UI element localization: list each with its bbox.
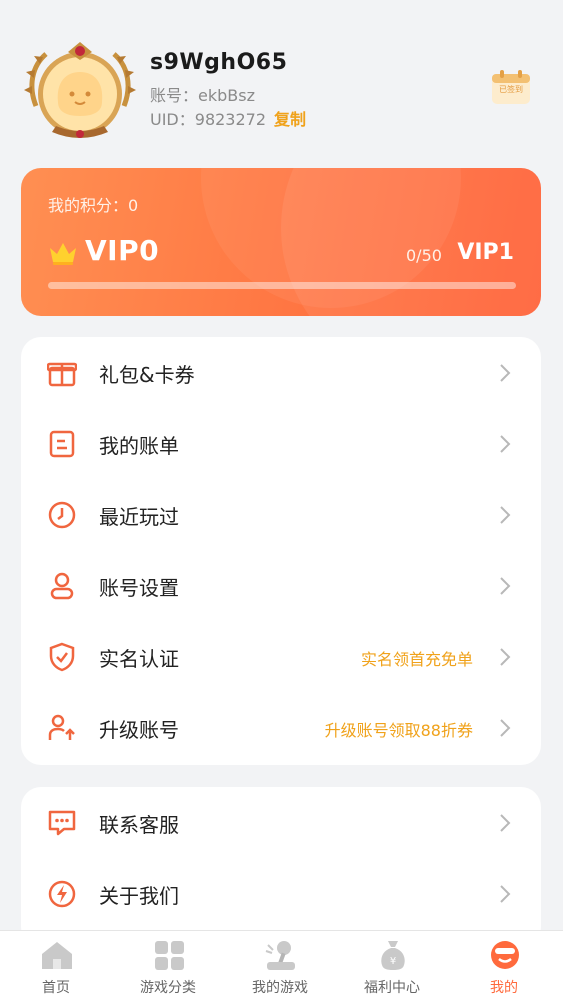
nav-item-my-games[interactable]: 我的游戏 bbox=[224, 931, 336, 1002]
checkin-label: 已签到 bbox=[499, 85, 523, 94]
chevron-right-icon bbox=[500, 648, 511, 666]
menu-item-customer-service[interactable]: 联系客服 bbox=[21, 787, 541, 858]
menu-label: 关于我们 bbox=[99, 884, 179, 908]
uid-line: UID：9823272 复制 bbox=[150, 106, 306, 130]
nav-item-home[interactable]: 首页 bbox=[0, 931, 112, 1002]
menu-label: 联系客服 bbox=[99, 813, 179, 837]
nav-label: 游戏分类 bbox=[140, 980, 196, 996]
bill-icon bbox=[49, 430, 75, 458]
chevron-right-icon bbox=[500, 506, 511, 524]
menu-card-main: 礼包&卡券 我的账单 最近玩过 账号设置 实名认证 实名领首充免单 升级账号 升… bbox=[21, 337, 541, 765]
money-bag-icon: ¥ bbox=[381, 941, 405, 970]
menu-item-real-name[interactable]: 实名认证 实名领首充免单 bbox=[21, 621, 541, 692]
avatar-frame-icon bbox=[24, 42, 136, 138]
clock-icon bbox=[48, 501, 76, 529]
vip-progress-bar bbox=[48, 282, 516, 289]
vip-progress-text: 0/50 bbox=[406, 246, 442, 265]
chevron-right-icon bbox=[500, 364, 511, 382]
grid-icon bbox=[155, 941, 184, 970]
nav-label: 首页 bbox=[42, 980, 70, 996]
menu-label: 账号设置 bbox=[99, 576, 179, 600]
menu-label: 我的账单 bbox=[99, 434, 179, 458]
avatar[interactable] bbox=[22, 36, 138, 146]
nav-item-welfare[interactable]: ¥ 福利中心 bbox=[336, 931, 448, 1002]
chevron-right-icon bbox=[500, 885, 511, 903]
nav-label: 我的游戏 bbox=[252, 980, 308, 996]
chevron-right-icon bbox=[500, 577, 511, 595]
menu-item-about-us[interactable]: 关于我们 bbox=[21, 858, 541, 929]
username: s9WghO65 bbox=[150, 50, 288, 75]
menu-card-secondary: 联系客服 关于我们 bbox=[21, 787, 541, 947]
account-line: 账号：ekbBsz bbox=[150, 82, 255, 106]
menu-label: 礼包&卡券 bbox=[99, 363, 195, 387]
lightning-icon bbox=[48, 880, 76, 908]
profile-header: s9WghO65 账号：ekbBsz UID：9823272 复制 已签到 bbox=[0, 0, 563, 160]
menu-label: 最近玩过 bbox=[99, 505, 179, 529]
menu-label: 实名认证 bbox=[99, 647, 179, 671]
vip-card[interactable]: 我的积分：0 VIP0 0/50 VIP1 bbox=[21, 168, 541, 316]
uid-value: 9823272 bbox=[194, 110, 267, 129]
uid-label: UID： bbox=[150, 110, 195, 129]
shield-check-icon bbox=[49, 642, 75, 672]
nav-item-categories[interactable]: 游戏分类 bbox=[112, 931, 224, 1002]
menu-hint: 实名领首充免单 bbox=[360, 650, 473, 669]
chevron-right-icon bbox=[500, 719, 511, 737]
vip-next-level: VIP1 bbox=[457, 240, 514, 265]
home-icon bbox=[42, 942, 72, 969]
nav-item-me[interactable]: 我的 bbox=[448, 931, 560, 1002]
checkin-button[interactable]: 已签到 bbox=[490, 68, 532, 106]
copy-button[interactable]: 复制 bbox=[274, 110, 306, 129]
nav-label: 福利中心 bbox=[364, 980, 420, 996]
joystick-icon bbox=[265, 941, 295, 970]
crown-icon bbox=[50, 243, 76, 265]
user-upgrade-icon bbox=[48, 714, 75, 740]
svg-text:¥: ¥ bbox=[390, 956, 396, 967]
menu-item-account-settings[interactable]: 账号设置 bbox=[21, 550, 541, 621]
menu-item-bills[interactable]: 我的账单 bbox=[21, 408, 541, 479]
profile-face-icon bbox=[491, 941, 519, 969]
vip-level: VIP0 bbox=[85, 234, 160, 267]
account-value: ekbBsz bbox=[198, 86, 255, 105]
menu-item-gifts[interactable]: 礼包&卡券 bbox=[21, 337, 541, 408]
menu-item-recent[interactable]: 最近玩过 bbox=[21, 479, 541, 550]
menu-item-upgrade-account[interactable]: 升级账号 升级账号领取88折券 bbox=[21, 692, 541, 763]
chevron-right-icon bbox=[500, 435, 511, 453]
nav-label: 我的 bbox=[490, 980, 518, 996]
gift-icon bbox=[47, 362, 77, 387]
chat-icon bbox=[48, 810, 76, 836]
user-icon bbox=[50, 572, 74, 600]
account-label: 账号： bbox=[150, 86, 199, 105]
bottom-nav: 首页 游戏分类 我的游戏 ¥ 福利中心 我的 bbox=[0, 930, 563, 1002]
menu-label: 升级账号 bbox=[99, 718, 179, 742]
menu-hint: 升级账号领取88折券 bbox=[324, 721, 473, 740]
points-text: 我的积分：0 bbox=[48, 196, 139, 215]
chevron-right-icon bbox=[500, 814, 511, 832]
